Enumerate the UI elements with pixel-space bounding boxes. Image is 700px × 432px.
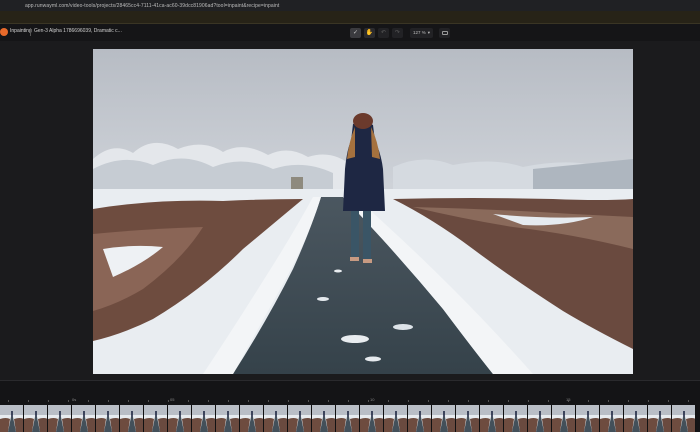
timeline-thumbnail[interactable] (456, 405, 480, 432)
snowy-path-scene (93, 49, 633, 374)
zoom-value: 127 % (413, 30, 426, 35)
ruler-tick (88, 400, 89, 402)
timeline-thumbnail[interactable] (672, 405, 696, 432)
timeline-thumbnail[interactable] (360, 405, 384, 432)
ruler-tick (208, 400, 209, 402)
ruler-tick (268, 400, 269, 402)
timeline-thumbnail[interactable] (432, 405, 456, 432)
canvas-area[interactable] (0, 41, 700, 380)
ruler-tick (528, 400, 529, 402)
hand-tool-button[interactable]: ✋ (364, 27, 375, 38)
timeline-thumbnail[interactable] (72, 405, 96, 432)
timeline-thumbnail[interactable] (216, 405, 240, 432)
hand-icon: ✋ (365, 30, 374, 36)
runway-logo-icon[interactable] (0, 28, 8, 36)
ruler-tick (248, 400, 249, 402)
ruler-tick (108, 400, 109, 402)
ruler-tick (328, 400, 329, 402)
ruler-tick (308, 400, 309, 402)
tool-title: Inpainting (10, 28, 32, 34)
ruler-tick (448, 400, 449, 402)
timeline-thumbnail[interactable] (312, 405, 336, 432)
ruler-tick (348, 400, 349, 402)
ruler-tick (148, 400, 149, 402)
ruler-tick (228, 400, 229, 402)
ruler-tick (48, 400, 49, 402)
ruler-mark: 05 (170, 397, 175, 402)
ruler-tick (428, 400, 429, 402)
timeline-thumbnail[interactable] (528, 405, 552, 432)
canvas-toolbar: ✓ ✋ ↶ ↷ 127 % ▾ (350, 27, 451, 38)
thumbnail-strip[interactable] (0, 405, 700, 432)
timeline-thumbnail[interactable] (624, 405, 648, 432)
ruler-mark: 10 (370, 397, 375, 402)
brush-tool-button[interactable]: ✓ (350, 27, 361, 38)
chevron-down-icon: ▾ (427, 29, 431, 35)
timeline-thumbnail[interactable] (120, 405, 144, 432)
layout-icon (441, 30, 448, 35)
timeline-thumbnail[interactable] (480, 405, 504, 432)
ruler-tick (648, 400, 649, 402)
project-title[interactable]: Gen-3 Alpha 1786696039, Dramatic c... (34, 28, 122, 34)
redo-button[interactable]: ↷ (392, 27, 403, 38)
timeline-thumbnail[interactable] (384, 405, 408, 432)
ruler-mark: 0s (72, 397, 77, 402)
url-text[interactable]: app.runwayml.com/video-tools/projects/28… (25, 3, 279, 9)
timeline-thumbnail[interactable] (504, 405, 528, 432)
ruler-tick (628, 400, 629, 402)
undo-button[interactable]: ↶ (378, 27, 389, 38)
ruler-tick (128, 400, 129, 402)
ruler-tick (668, 400, 669, 402)
video-frame[interactable] (93, 49, 633, 374)
timeline-thumbnail[interactable] (336, 405, 360, 432)
timeline-thumbnail[interactable] (576, 405, 600, 432)
ruler-tick (288, 400, 289, 402)
ruler-tick (548, 400, 549, 402)
ruler-tick (488, 400, 489, 402)
ruler-tick (688, 400, 689, 402)
ruler-tick (508, 400, 509, 402)
timeline-ruler[interactable]: 0s 05 10 15 (0, 397, 700, 405)
timeline-thumbnail[interactable] (24, 405, 48, 432)
ruler-tick (388, 400, 389, 402)
ruler-tick (568, 400, 569, 402)
ruler-tick (468, 400, 469, 402)
ruler-tick (188, 400, 189, 402)
timeline-thumbnail[interactable] (240, 405, 264, 432)
browser-url-bar[interactable]: app.runwayml.com/video-tools/projects/28… (0, 0, 700, 11)
timeline-thumbnail[interactable] (648, 405, 672, 432)
timeline-thumbnail[interactable] (600, 405, 624, 432)
redo-icon: ↷ (394, 30, 401, 36)
ruler-tick (588, 400, 589, 402)
header-divider (30, 28, 31, 36)
timeline-thumbnail[interactable] (552, 405, 576, 432)
ruler-tick (408, 400, 409, 402)
timeline-thumbnail[interactable] (264, 405, 288, 432)
undo-icon: ↶ (380, 30, 387, 36)
timeline-thumbnail[interactable] (48, 405, 72, 432)
timeline-thumbnail[interactable] (408, 405, 432, 432)
ruler-tick (608, 400, 609, 402)
ruler-tick (8, 400, 9, 402)
ruler-tick (168, 400, 169, 402)
zoom-dropdown[interactable]: 127 % ▾ (410, 27, 434, 38)
timeline-thumbnail[interactable] (96, 405, 120, 432)
bookmarks-bar (0, 11, 700, 24)
brush-icon: ✓ (352, 30, 359, 36)
timeline-thumbnail[interactable] (0, 405, 24, 432)
timeline-thumbnail[interactable] (288, 405, 312, 432)
ruler-tick (368, 400, 369, 402)
layout-button[interactable] (439, 27, 451, 38)
ruler-tick (28, 400, 29, 402)
ruler-tick (68, 400, 69, 402)
timeline-thumbnail[interactable] (144, 405, 168, 432)
timeline-thumbnail[interactable] (192, 405, 216, 432)
timeline-thumbnail[interactable] (168, 405, 192, 432)
